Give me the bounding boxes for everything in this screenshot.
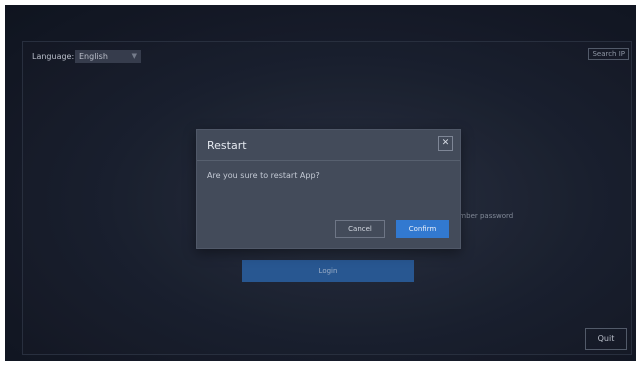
dialog-title: Restart (207, 139, 247, 152)
dialog-header: Restart ✕ (197, 130, 460, 161)
app-screen: Language: English ▼ Search IP ember pass… (5, 5, 636, 361)
close-icon: ✕ (441, 138, 450, 148)
restart-dialog: Restart ✕ Are you sure to restart App? C… (196, 129, 461, 249)
cancel-button[interactable]: Cancel (335, 220, 385, 238)
confirm-button[interactable]: Confirm (396, 220, 449, 238)
dialog-message: Are you sure to restart App? (207, 171, 320, 180)
close-button[interactable]: ✕ (438, 136, 453, 151)
